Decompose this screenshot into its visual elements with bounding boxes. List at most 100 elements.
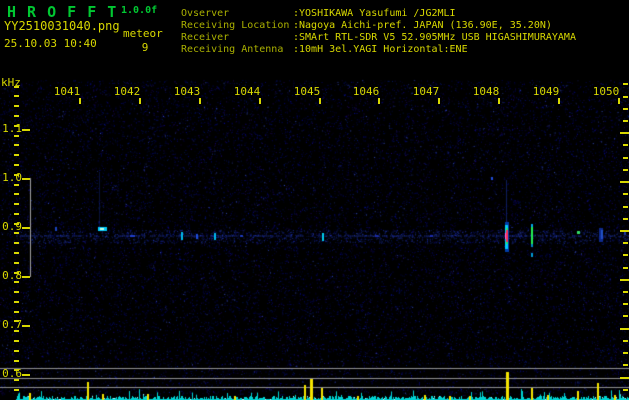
spectrogram-canvas	[0, 0, 629, 400]
x-tick-label-1044: 1044	[233, 85, 261, 98]
y-axis-right-minor-tick	[623, 267, 628, 269]
y-axis-minor-tick	[14, 203, 19, 205]
observation-datetime: 25.10.03 10:40	[4, 37, 97, 50]
antenna-value: :10mH 3el.YAGI Horizontal:ENE	[293, 44, 468, 55]
y-axis-minor-tick	[14, 232, 19, 234]
x-axis-tick	[438, 98, 440, 104]
y-axis-minor-tick	[14, 389, 19, 391]
y-axis-minor-tick	[14, 242, 19, 244]
y-axis-right-minor-tick	[623, 144, 628, 146]
y-axis-right-minor-tick	[623, 303, 628, 305]
x-axis-tick	[79, 98, 81, 104]
info-row-receiver: Receiver :SMArt RTL-SDR V5 52.905MHz USB …	[181, 32, 576, 44]
y-axis-minor-tick	[14, 291, 19, 293]
y-axis-minor-tick	[14, 193, 19, 195]
x-tick-label-1042: 1042	[113, 85, 141, 98]
y-axis-minor-tick	[14, 281, 19, 283]
x-tick-label-1046: 1046	[352, 85, 380, 98]
x-axis-tick	[378, 98, 380, 104]
antenna-label: Receiving Antenna	[181, 44, 284, 55]
y-axis-right-minor-tick	[623, 389, 628, 391]
y-axis-minor-tick	[14, 144, 19, 146]
y-axis-right-minor-tick	[623, 169, 628, 171]
x-tick-label-1047: 1047	[412, 85, 440, 98]
y-axis-minor-tick	[14, 164, 19, 166]
y-axis-minor-tick	[14, 379, 19, 381]
y-axis-minor-tick	[14, 360, 19, 362]
x-axis-tick	[558, 98, 560, 104]
y-axis-right-minor-tick	[623, 340, 628, 342]
x-tick-label-1048: 1048	[472, 85, 500, 98]
y-axis-right-major-tick	[620, 132, 629, 134]
y-axis-right-minor-tick	[623, 242, 628, 244]
y-axis-minor-tick	[14, 340, 19, 342]
y-axis-right-minor-tick	[623, 157, 628, 159]
x-axis-tick	[259, 98, 261, 104]
y-axis-minor-tick	[14, 262, 19, 264]
location-label: Receiving Location	[181, 20, 290, 31]
y-axis-right-minor-tick	[623, 254, 628, 256]
y-axis-minor-tick	[14, 272, 19, 274]
y-axis-minor-tick	[14, 115, 19, 117]
y-axis-right-minor-tick	[623, 83, 628, 85]
y-axis-right-major-tick	[620, 181, 629, 183]
y-axis-minor-tick	[14, 105, 19, 107]
x-tick-label-1049: 1049	[532, 85, 560, 98]
y-axis-right-minor-tick	[623, 120, 628, 122]
receiver-label: Receiver	[181, 32, 230, 43]
x-tick-label-1050: 1050	[592, 85, 620, 98]
y-axis-right-minor-tick	[623, 364, 628, 366]
x-tick-label-1043: 1043	[173, 85, 201, 98]
observer-value: :YOSHIKAWA Yasufumi /JG2MLI	[293, 8, 456, 19]
x-axis-tick	[199, 98, 201, 104]
y-axis-right-minor-tick	[623, 108, 628, 110]
y-axis-right-major-tick	[620, 279, 629, 281]
y-axis-right-minor-tick	[623, 193, 628, 195]
y-axis-minor-tick	[14, 311, 19, 313]
x-axis-tick	[139, 98, 141, 104]
y-axis-minor-tick	[14, 369, 19, 371]
x-axis-tick	[618, 98, 620, 104]
y-tick-label-1-0: 1.0	[2, 171, 22, 184]
hrofft-screen: H R O F F T 1.0.0f YY2510031040.png 25.1…	[0, 0, 629, 400]
y-axis-major-tick	[22, 129, 30, 131]
y-axis-right-minor-tick	[623, 352, 628, 354]
x-axis-tick	[498, 98, 500, 104]
y-axis-right-minor-tick	[623, 206, 628, 208]
y-axis-minor-tick	[14, 86, 19, 88]
y-axis-minor-tick	[14, 95, 19, 97]
y-axis-major-tick	[22, 178, 30, 180]
x-tick-label-1045: 1045	[293, 85, 321, 98]
y-axis-minor-tick	[14, 223, 19, 225]
station-info-block: Ovserver :YOSHIKAWA Yasufumi /JG2MLI Rece…	[181, 8, 576, 56]
y-axis-minor-tick	[14, 301, 19, 303]
y-axis-right-minor-tick	[623, 291, 628, 293]
y-axis-minor-tick	[14, 174, 19, 176]
y-tick-label-1-1: 1.1	[2, 122, 22, 135]
output-filename: YY2510031040.png	[4, 19, 120, 33]
y-axis-major-tick	[22, 325, 30, 327]
y-axis-right-minor-tick	[623, 315, 628, 317]
x-tick-label-1041: 1041	[53, 85, 81, 98]
y-axis-minor-tick	[14, 320, 19, 322]
y-axis-minor-tick	[14, 135, 19, 137]
y-axis-minor-tick	[14, 125, 19, 127]
info-row-observer: Ovserver :YOSHIKAWA Yasufumi /JG2MLI	[181, 8, 576, 20]
info-row-location: Receiving Location:Nagoya Aichi-pref. JA…	[181, 20, 576, 32]
y-axis-right-minor-tick	[623, 218, 628, 220]
y-axis-major-tick	[22, 276, 30, 278]
y-axis-minor-tick	[14, 184, 19, 186]
x-axis-tick	[319, 98, 321, 104]
y-axis-minor-tick	[14, 330, 19, 332]
observer-label: Ovserver	[181, 8, 230, 19]
y-axis-right-minor-tick	[623, 96, 628, 98]
y-axis-minor-tick	[14, 154, 19, 156]
y-axis-minor-tick	[14, 252, 19, 254]
y-axis-right-major-tick	[620, 230, 629, 232]
receiver-value: :SMArt RTL-SDR V5 52.905MHz USB HIGASHIM…	[293, 32, 576, 43]
y-axis-right-major-tick	[620, 377, 629, 379]
app-version: 1.0.0f	[121, 5, 158, 16]
y-axis-minor-tick	[14, 350, 19, 352]
meteor-counter-label: meteor	[123, 27, 163, 40]
info-row-antenna: Receiving Antenna :10mH 3el.YAGI Horizont…	[181, 44, 576, 56]
